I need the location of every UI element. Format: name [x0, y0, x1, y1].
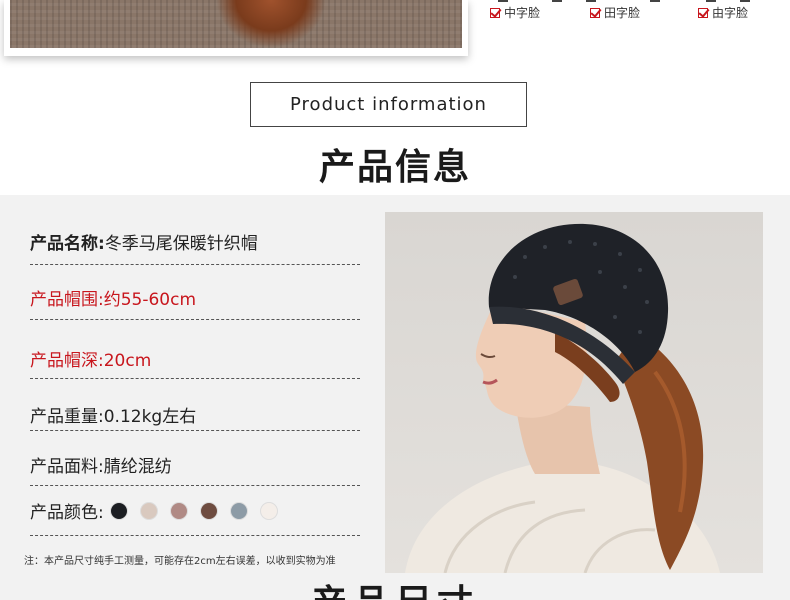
dashed-divider [30, 264, 360, 265]
dashed-divider [30, 535, 360, 536]
face-type-item: 由字脸 [698, 4, 748, 21]
color-swatch[interactable] [109, 501, 128, 520]
color-swatch[interactable] [199, 501, 218, 520]
depth-row: 产品帽深:20cm [30, 346, 362, 371]
material-row: 产品面料: 腈纶混纺 [30, 452, 362, 477]
model-photo [385, 212, 763, 573]
color-swatches [109, 501, 278, 520]
checkbox-icon [490, 7, 500, 18]
weight-row: 产品重量:0.12kg左右 [30, 402, 362, 427]
dashed-divider [30, 485, 360, 486]
divider-mark [740, 0, 750, 2]
divider-mark [552, 0, 562, 2]
measurement-note: 注：本产品尺寸纯手工测量，可能存在2cm左右误差，以收到实物为准 [24, 556, 336, 567]
hair-image [216, 0, 326, 48]
section-title: 产品信息 [318, 147, 471, 188]
depth-text: 产品帽深:20cm [30, 351, 152, 371]
face-type-label: 中字脸 [504, 6, 541, 20]
circumference-row: 产品帽围:约55-60cm [30, 285, 362, 310]
divider-mark [498, 0, 508, 2]
color-label: 产品颜色: [30, 503, 104, 523]
material-label: 产品面料: [30, 457, 104, 477]
dashed-divider [30, 378, 360, 379]
top-product-photo [4, 0, 468, 56]
face-type-item: 中字脸 [490, 4, 540, 21]
color-swatch[interactable] [139, 501, 158, 520]
product-info-panel: 产品名称: 冬季马尾保暖针织帽 产品帽围:约55-60cm 产品帽深:20cm … [0, 195, 790, 600]
dashed-divider [30, 319, 360, 320]
material-value: 腈纶混纺 [103, 457, 172, 477]
circumference-text: 产品帽围:约55-60cm [30, 290, 197, 310]
color-swatch[interactable] [169, 501, 188, 520]
face-type-label: 由字脸 [712, 6, 749, 20]
face-type-list: 中字脸 田字脸 由字脸 [490, 0, 790, 24]
color-swatch[interactable] [259, 501, 278, 520]
product-name-value: 冬季马尾保暖针织帽 [104, 234, 258, 254]
checkbox-icon [698, 7, 708, 18]
divider-mark [706, 0, 716, 2]
weight-text: 产品重量:0.12kg左右 [30, 407, 197, 427]
product-name-label: 产品名称: [30, 234, 105, 254]
color-row: 产品颜色: [30, 498, 362, 523]
checkbox-icon [590, 7, 600, 18]
english-title: Product information [290, 94, 487, 115]
face-type-label: 田字脸 [604, 6, 641, 20]
divider-mark [650, 0, 660, 2]
color-swatch[interactable] [229, 501, 248, 520]
face-type-item: 田字脸 [590, 4, 640, 21]
model-wearing-beanie-image [405, 223, 720, 573]
divider-mark [586, 0, 596, 2]
size-section-title: 产品尺寸 [0, 586, 790, 600]
product-name-row: 产品名称: 冬季马尾保暖针织帽 [30, 229, 362, 254]
english-title-box: Product information [250, 82, 527, 127]
dashed-divider [30, 430, 360, 431]
